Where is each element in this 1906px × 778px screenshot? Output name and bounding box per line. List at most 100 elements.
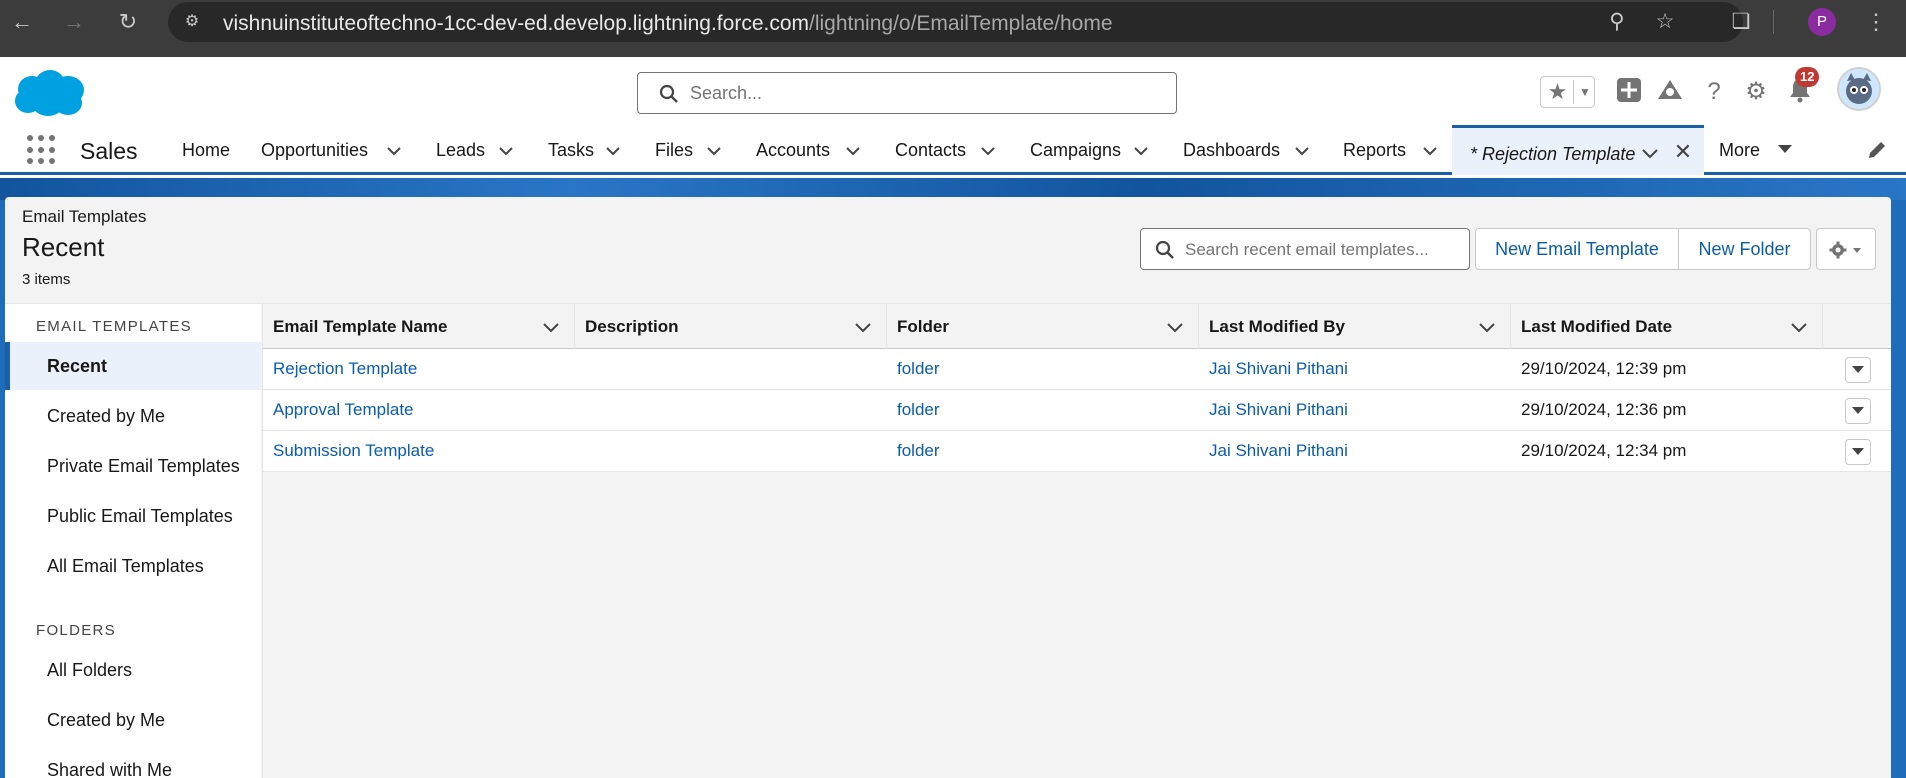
column-header-description[interactable]: Description [575, 304, 887, 349]
modified-date: 29/10/2024, 12:39 pm [1521, 359, 1687, 378]
column-header-last-modified-date[interactable]: Last Modified Date [1511, 304, 1823, 349]
setup-gear-icon[interactable]: ⚙ [1741, 77, 1771, 107]
close-tab-icon[interactable]: ✕ [1672, 140, 1694, 164]
column-label: Last Modified By [1209, 317, 1346, 336]
chevron-down-icon[interactable] [542, 318, 560, 336]
template-name-link[interactable]: Submission Template [273, 441, 434, 461]
address-bar[interactable]: ⚙ vishnuinstituteoftechno-1cc-dev-ed.dev… [168, 2, 1743, 42]
chevron-down-icon[interactable] [1478, 318, 1496, 336]
column-header-last-modified-by[interactable]: Last Modified By [1199, 304, 1511, 349]
gear-icon [1829, 241, 1861, 259]
bookmark-star-icon[interactable]: ☆ [1652, 9, 1678, 35]
help-icon[interactable]: ? [1699, 77, 1729, 107]
chevron-down-icon[interactable] [1291, 139, 1313, 161]
list-view-controls-button[interactable] [1816, 228, 1876, 270]
user-avatar[interactable] [1837, 67, 1881, 111]
modified-by-link[interactable]: Jai Shivani Pithani [1209, 441, 1348, 461]
new-folder-button[interactable]: New Folder [1678, 228, 1811, 270]
profile-avatar[interactable]: P [1808, 8, 1836, 36]
sidebar-section-folders: FOLDERS [36, 622, 116, 639]
url-path: /lightning/o/EmailTemplate/home [809, 12, 1113, 35]
column-header-name[interactable]: Email Template Name [263, 304, 575, 349]
nav-item-accounts[interactable]: Accounts [756, 140, 830, 161]
favorites-star-icon[interactable]: ★ [1544, 77, 1571, 107]
extensions-icon[interactable]: ❏ [1728, 9, 1754, 35]
caret-down-icon[interactable] [1776, 140, 1794, 158]
chevron-down-icon[interactable] [977, 139, 999, 161]
sidebar-item-private-templates[interactable]: Private Email Templates [5, 442, 261, 490]
salesforce-logo[interactable] [10, 67, 88, 119]
app-launcher-icon[interactable] [27, 135, 57, 165]
folder-link[interactable]: folder [897, 441, 940, 461]
sidebar-item-all-templates[interactable]: All Email Templates [5, 542, 261, 590]
nav-item-dashboards[interactable]: Dashboards [1183, 140, 1280, 161]
sidebar-item-folders-created-by-me[interactable]: Created by Me [5, 696, 261, 744]
folder-link[interactable]: folder [897, 359, 940, 379]
caret-down-icon [1852, 366, 1864, 373]
chevron-down-icon[interactable] [383, 139, 405, 161]
chevron-down-icon[interactable] [842, 139, 864, 161]
nav-item-campaigns[interactable]: Campaigns [1030, 140, 1121, 161]
list-view-card: Email Templates Recent 3 items Search re… [5, 197, 1891, 778]
folder-link[interactable]: folder [897, 400, 940, 420]
chevron-down-icon[interactable] [703, 139, 725, 161]
reload-icon[interactable]: ↻ [114, 8, 142, 36]
nav-item-leads[interactable]: Leads [436, 140, 485, 161]
global-header: Search... ★ ▼ ? ⚙ 12 [0, 57, 1906, 125]
nav-item-opportunities[interactable]: Opportunities [261, 140, 368, 161]
row-actions-button[interactable] [1845, 357, 1871, 383]
app-navigation-bar: Sales Home Opportunities Leads Tasks Fil… [0, 125, 1906, 175]
template-name-link[interactable]: Rejection Template [273, 359, 417, 379]
template-name-link[interactable]: Approval Template [273, 400, 414, 420]
new-email-template-button[interactable]: New Email Template [1475, 228, 1679, 270]
nav-item-contacts[interactable]: Contacts [895, 140, 966, 161]
chevron-down-icon[interactable] [854, 318, 872, 336]
trailhead-icon[interactable] [1655, 77, 1685, 107]
search-icon [659, 84, 678, 103]
site-info-icon[interactable]: ⚙ [180, 10, 204, 34]
modified-by-link[interactable]: Jai Shivani Pithani [1209, 359, 1348, 379]
toolbar-divider [1773, 10, 1774, 34]
chevron-down-icon[interactable] [495, 139, 517, 161]
column-header-folder[interactable]: Folder [887, 304, 1199, 349]
chevron-down-icon[interactable] [1130, 139, 1152, 161]
sidebar-item-public-templates[interactable]: Public Email Templates [5, 492, 261, 540]
sidebar-item-all-folders[interactable]: All Folders [5, 646, 261, 694]
chevron-down-icon[interactable] [602, 139, 624, 161]
nav-item-home[interactable]: Home [182, 140, 230, 161]
nav-more[interactable]: More [1719, 140, 1760, 161]
favorites-divider [1573, 80, 1574, 104]
chevron-down-icon[interactable] [1640, 142, 1660, 164]
sidebar-item-shared-with-me[interactable]: Shared with Me [5, 746, 261, 778]
sidebar-item-recent[interactable]: Recent [5, 342, 261, 390]
nav-item-reports[interactable]: Reports [1343, 140, 1406, 161]
chevron-down-icon[interactable] [1166, 318, 1184, 336]
forward-icon[interactable]: → [60, 8, 88, 36]
active-tab-label: * Rejection Template [1470, 144, 1636, 164]
nav-item-files[interactable]: Files [655, 140, 693, 161]
back-icon[interactable]: ← [8, 8, 36, 36]
nav-item-tasks[interactable]: Tasks [548, 140, 594, 161]
global-search-placeholder: Search... [690, 83, 763, 103]
list-search-input[interactable]: Search recent email templates... [1140, 228, 1470, 270]
column-label: Email Template Name [273, 317, 448, 336]
global-search-input[interactable]: Search... [637, 72, 1177, 114]
zoom-icon[interactable]: ⚲ [1604, 9, 1630, 35]
table-row: Submission Template folder Jai Shivani P… [263, 431, 1891, 472]
search-icon [1155, 240, 1174, 259]
chevron-down-icon[interactable] [1790, 318, 1808, 336]
edit-nav-pencil-icon[interactable] [1866, 139, 1888, 161]
modified-by-link[interactable]: Jai Shivani Pithani [1209, 400, 1348, 420]
list-view-title: Recent [22, 232, 105, 262]
modified-date: 29/10/2024, 12:36 pm [1521, 400, 1687, 419]
url-text[interactable]: vishnuinstituteoftechno-1cc-dev-ed.devel… [223, 12, 1113, 36]
tab-rejection-template[interactable]: * Rejection Template ✕ [1452, 125, 1704, 175]
column-label: Description [585, 317, 679, 336]
global-actions-icon[interactable] [1614, 77, 1644, 107]
row-actions-button[interactable] [1845, 398, 1871, 424]
sidebar-item-created-by-me[interactable]: Created by Me [5, 392, 261, 440]
chevron-down-icon[interactable] [1419, 139, 1441, 161]
favorites-list-icon[interactable]: ▼ [1576, 77, 1594, 107]
row-actions-button[interactable] [1845, 439, 1871, 465]
menu-icon[interactable]: ⋮ [1862, 8, 1890, 36]
